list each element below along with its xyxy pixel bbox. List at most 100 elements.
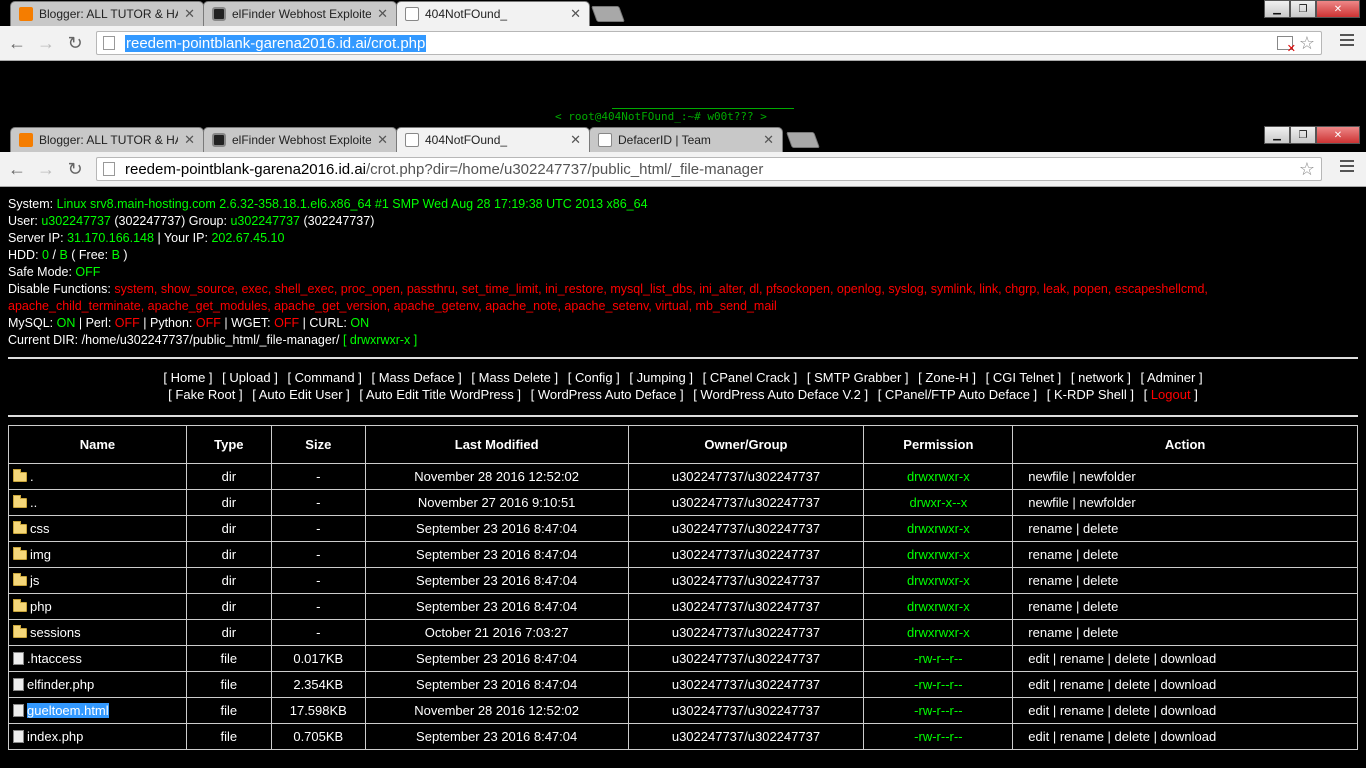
menu-icon[interactable] — [1340, 34, 1354, 49]
menu-wordpress-auto-deface[interactable]: [ WordPress Auto Deface ] — [531, 387, 684, 402]
back-button[interactable]: ← — [6, 33, 28, 53]
url-path[interactable]: /crot.php?dir=/home/u302247737/public_ht… — [366, 161, 763, 178]
close-icon[interactable]: ✕ — [570, 6, 581, 22]
menu-k-rdp-shell[interactable]: [ K-RDP Shell ] — [1047, 387, 1134, 402]
file-name-link[interactable]: elfinder.php — [27, 677, 94, 692]
file-permission[interactable]: -rw-r--r-- — [863, 723, 1014, 750]
menu-mass-deface[interactable]: [ Mass Deface ] — [371, 370, 461, 385]
current-dir-path[interactable]: /home/u302247737/public_html/_file-manag… — [82, 333, 340, 347]
file-actions[interactable]: rename | delete — [1012, 541, 1358, 568]
file-permission[interactable]: -rw-r--r-- — [863, 697, 1014, 724]
close-icon[interactable]: ✕ — [184, 6, 195, 22]
menu-network[interactable]: [ network ] — [1071, 370, 1131, 385]
file-name-link[interactable]: php — [30, 599, 52, 614]
close-icon[interactable]: ✕ — [184, 132, 195, 148]
tab-blogger[interactable]: Blogger: ALL TUTOR & HA ✕ — [10, 1, 204, 26]
file-actions[interactable]: rename | delete — [1012, 593, 1358, 620]
menu-cgi-telnet[interactable]: [ CGI Telnet ] — [986, 370, 1062, 385]
file-name-link[interactable]: gueltoem.html — [27, 703, 109, 718]
file-modified: September 23 2016 8:47:04 — [364, 567, 629, 594]
tab-elfinder[interactable]: elFinder Webhost Exploite ✕ — [203, 1, 397, 26]
maximize-button[interactable]: ❐ — [1290, 126, 1316, 144]
minimize-button[interactable]: ▁ — [1264, 126, 1290, 144]
col-last-modified: Last Modified — [364, 425, 629, 464]
file-permission[interactable]: drwxrwxr-x — [863, 567, 1014, 594]
bookmark-star-icon[interactable]: ☆ — [1299, 159, 1315, 180]
file-actions[interactable]: edit | rename | delete | download — [1012, 697, 1358, 724]
file-owner: u302247737/u302247737 — [627, 489, 865, 516]
menu-upload[interactable]: [ Upload ] — [222, 370, 278, 385]
tab-404notfound[interactable]: 404NotFOund_ ✕ — [396, 1, 590, 26]
address-bar[interactable]: reedem-pointblank-garena2016.id.ai/crot.… — [96, 157, 1322, 181]
file-name-link[interactable]: js — [30, 573, 39, 588]
file-name-link[interactable]: .. — [30, 495, 37, 510]
group-value: u302247737 — [230, 214, 300, 228]
file-permission[interactable]: drwxrwxr-x — [863, 593, 1014, 620]
file-name-link[interactable]: .htaccess — [27, 651, 82, 666]
codepen-icon — [212, 133, 226, 147]
menu-command[interactable]: [ Command ] — [287, 370, 361, 385]
close-icon[interactable]: ✕ — [377, 132, 388, 148]
tab-defacerid[interactable]: DefacerID | Team ✕ — [589, 127, 783, 152]
menu-adminer[interactable]: [ Adminer ] — [1140, 370, 1202, 385]
menu-jumping[interactable]: [ Jumping ] — [629, 370, 693, 385]
file-permission[interactable]: drwxrwxr-x — [863, 619, 1014, 646]
file-actions[interactable]: rename | delete — [1012, 515, 1358, 542]
file-permission[interactable]: drwxrwxr-x — [863, 515, 1014, 542]
new-tab-button[interactable] — [591, 6, 625, 22]
menu-icon[interactable] — [1340, 160, 1354, 175]
close-window-button[interactable]: ✕ — [1316, 0, 1360, 18]
forward-button[interactable]: → — [35, 159, 57, 179]
menu-mass-delete[interactable]: [ Mass Delete ] — [471, 370, 558, 385]
address-bar[interactable]: reedem-pointblank-garena2016.id.ai/crot.… — [96, 31, 1322, 55]
file-name-link[interactable]: . — [30, 469, 34, 484]
forward-button[interactable]: → — [35, 33, 57, 53]
menu-zone-h[interactable]: [ Zone-H ] — [918, 370, 976, 385]
file-name-link[interactable]: index.php — [27, 729, 83, 744]
new-tab-button[interactable] — [786, 132, 820, 148]
menu-fake-root[interactable]: [ Fake Root ] — [168, 387, 242, 402]
label: | Python: — [143, 316, 193, 330]
tab-404notfound[interactable]: 404NotFOund_ ✕ — [396, 127, 590, 152]
file-permission[interactable]: -rw-r--r-- — [863, 671, 1014, 698]
menu-wordpress-auto-deface-v2[interactable]: [ WordPress Auto Deface V.2 ] — [693, 387, 868, 402]
tab-elfinder[interactable]: elFinder Webhost Exploite ✕ — [203, 127, 397, 152]
reload-button[interactable]: ↻ — [64, 159, 86, 179]
menu-auto-edit-user[interactable]: [ Auto Edit User ] — [252, 387, 350, 402]
file-actions[interactable]: edit | rename | delete | download — [1012, 645, 1358, 672]
tab-blogger[interactable]: Blogger: ALL TUTOR & HA ✕ — [10, 127, 204, 152]
url-text[interactable]: reedem-pointblank-garena2016.id.ai/crot.… — [125, 34, 427, 52]
file-name-link[interactable]: img — [30, 547, 51, 562]
menu-logout[interactable]: [ Logout ] — [1144, 387, 1198, 402]
file-actions[interactable]: edit | rename | delete | download — [1012, 671, 1358, 698]
file-actions[interactable]: rename | delete — [1012, 567, 1358, 594]
file-name-link[interactable]: sessions — [30, 625, 81, 640]
minimize-button[interactable]: ▁ — [1264, 0, 1290, 18]
table-row: .. dir - November 27 2016 9:10:51 u302247737… — [8, 489, 1358, 516]
file-actions[interactable]: edit | rename | delete | download — [1012, 723, 1358, 750]
bookmark-star-icon[interactable]: ☆ — [1299, 33, 1315, 54]
file-actions[interactable]: newfile | newfolder — [1012, 489, 1358, 516]
menu-cpanel-crack[interactable]: [ CPanel Crack ] — [703, 370, 798, 385]
menu-config[interactable]: [ Config ] — [568, 370, 620, 385]
close-icon[interactable]: ✕ — [377, 6, 388, 22]
maximize-button[interactable]: ❐ — [1290, 0, 1316, 18]
menu-cpanel-ftp-auto-deface[interactable]: [ CPanel/FTP Auto Deface ] — [878, 387, 1037, 402]
close-icon[interactable]: ✕ — [763, 132, 774, 148]
file-name-link[interactable]: css — [30, 521, 50, 536]
back-button[interactable]: ← — [6, 159, 28, 179]
menu-home[interactable]: [ Home ] — [163, 370, 212, 385]
close-icon[interactable]: ✕ — [570, 132, 581, 148]
reload-button[interactable]: ↻ — [64, 33, 86, 53]
file-permission[interactable]: drwxr-x--x — [863, 489, 1014, 516]
file-actions[interactable]: newfile | newfolder — [1012, 463, 1358, 490]
file-permission[interactable]: -rw-r--r-- — [863, 645, 1014, 672]
file-permission[interactable]: drwxrwxr-x — [863, 541, 1014, 568]
menu-auto-edit-title-wordpress[interactable]: [ Auto Edit Title WordPress ] — [359, 387, 521, 402]
blocked-content-icon[interactable] — [1277, 36, 1296, 55]
close-window-button[interactable]: ✕ — [1316, 126, 1360, 144]
file-actions[interactable]: rename | delete — [1012, 619, 1358, 646]
url-host[interactable]: reedem-pointblank-garena2016.id.ai — [125, 161, 366, 178]
menu-smtp-grabber[interactable]: [ SMTP Grabber ] — [807, 370, 909, 385]
file-permission[interactable]: drwxrwxr-x — [863, 463, 1014, 490]
